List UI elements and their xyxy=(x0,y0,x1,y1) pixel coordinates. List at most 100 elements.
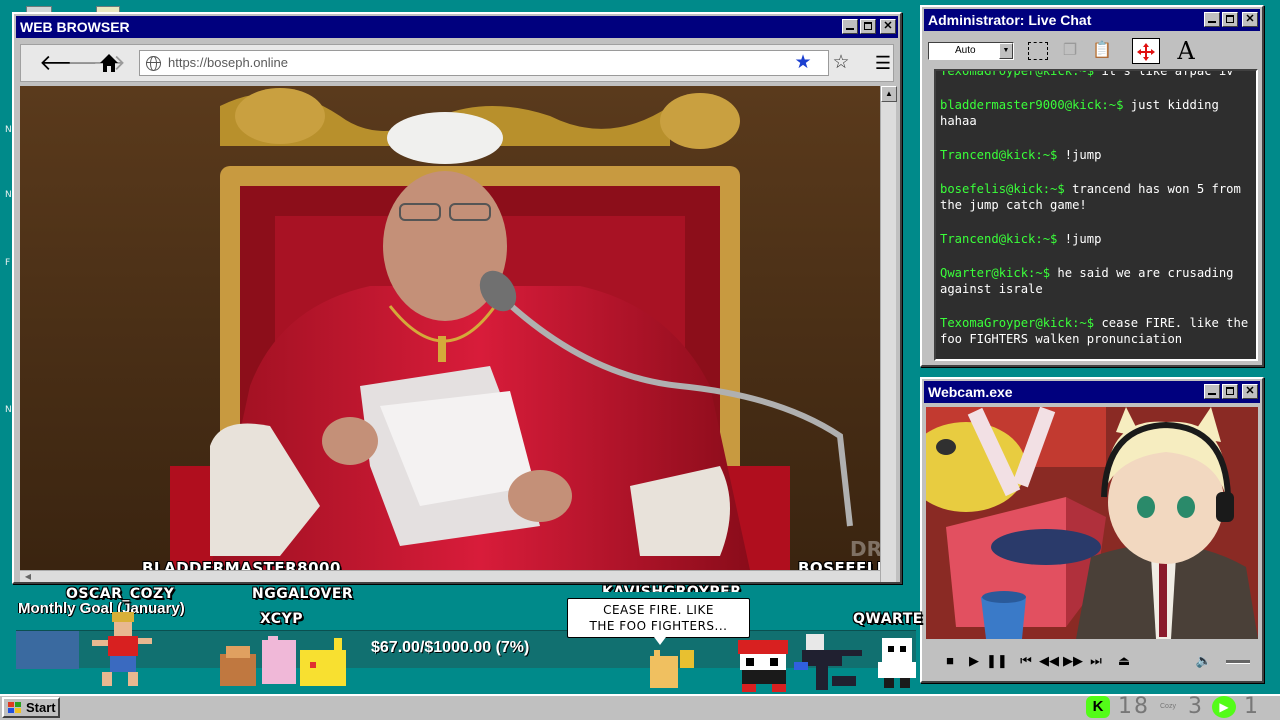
back-button[interactable]: 🡐 xyxy=(39,51,98,75)
start-button[interactable]: Start xyxy=(2,697,60,718)
sprite-name-nggalover: NGGALOVER xyxy=(252,586,354,602)
bookmark-button[interactable]: ★ xyxy=(791,51,815,75)
desktop-icon-label: F xyxy=(5,258,11,268)
close-button[interactable]: ✕ xyxy=(1242,384,1258,399)
close-button[interactable]: ✕ xyxy=(1242,12,1258,27)
minimize-button[interactable] xyxy=(1204,12,1220,27)
home-icon xyxy=(100,54,118,72)
goal-amount: $67.00/$1000.00 (7%) xyxy=(371,639,530,656)
star-filled-icon: ★ xyxy=(794,52,812,73)
chat-username: Trancend@kick:~$ xyxy=(940,148,1058,162)
chat-username: TexomaGroyper@kick:~$ xyxy=(940,69,1095,78)
address-bar[interactable]: https://boseph.online xyxy=(139,50,829,76)
chat-message: TexomaGroyper@kick:~$ it's like afpac iv xyxy=(940,69,1252,79)
close-button[interactable]: ✕ xyxy=(880,19,896,34)
browser-toolbar: 🡐 🡒 https://boseph.online ★ ☆ ☰ xyxy=(20,44,894,82)
minimize-button[interactable] xyxy=(842,19,858,34)
fast-forward-button[interactable]: ▶▶ xyxy=(1063,651,1083,671)
volume-slider[interactable] xyxy=(1226,660,1250,664)
tray-counter: 8 xyxy=(1134,694,1148,719)
move-arrows-icon xyxy=(1137,43,1155,61)
minimize-icon xyxy=(1208,21,1216,23)
chat-message: Trancend@kick:~$ !jump xyxy=(940,147,1252,163)
speaker-icon: 🔈 xyxy=(1195,653,1213,668)
stop-icon: ■ xyxy=(946,653,954,668)
minimize-icon xyxy=(1208,393,1216,395)
rewind-icon: ◀◀ xyxy=(1039,653,1059,668)
browser-title: WEB BROWSER xyxy=(20,19,130,35)
maximize-icon xyxy=(1226,15,1234,23)
svg-text:DR: DR xyxy=(850,537,880,561)
copy-button[interactable]: ❐ xyxy=(1056,38,1084,64)
url-text: https://boseph.online xyxy=(168,55,288,70)
sprite-luffy xyxy=(92,612,152,686)
chat-messages[interactable]: TexomaGroyper@kick:~$ it's like afpac iv… xyxy=(934,69,1258,361)
chat-message: TexomaGroyper@kick:~$ cease FIRE. like t… xyxy=(940,315,1252,347)
chat-username: bosefelis@kick:~$ xyxy=(940,182,1065,196)
font-size-select[interactable]: Auto ▼ xyxy=(928,42,1014,60)
volume-button[interactable]: 🔈 xyxy=(1194,651,1214,671)
play-circle-icon[interactable]: ▶ xyxy=(1212,696,1236,718)
font-button[interactable]: A xyxy=(1172,38,1200,64)
viewer-name-right: BOSEFELIS xyxy=(798,559,880,570)
maximize-button[interactable] xyxy=(1222,12,1238,27)
sprite-name-oscar: OSCAR_COZY xyxy=(66,586,175,602)
home-button[interactable] xyxy=(97,51,121,75)
vertical-scrollbar[interactable]: ▲ xyxy=(880,86,897,582)
chat-message: Trancend@kick:~$ !jump xyxy=(940,231,1252,247)
bubble-tail xyxy=(654,637,666,645)
maximize-icon xyxy=(1226,387,1234,395)
skip-back-button[interactable]: ⏮ xyxy=(1016,651,1036,671)
window-controls: ✕ xyxy=(1204,384,1258,399)
skip-forward-icon: ⏭ xyxy=(1090,653,1102,668)
minimize-button[interactable] xyxy=(1204,384,1220,399)
chat-speech-bubble: CEASE FIRE. LIKE THE FOO FIGHTERS... xyxy=(567,598,750,638)
triangle-left-icon: ◀ xyxy=(24,572,32,581)
eject-button[interactable]: ⏏ xyxy=(1114,651,1134,671)
webcam-titlebar[interactable]: Webcam.exe ✕ xyxy=(924,381,1260,403)
webcam-title: Webcam.exe xyxy=(928,384,1013,400)
paste-button[interactable]: 📋 xyxy=(1088,38,1116,64)
media-controls: ■ ▶ ❚❚ ⏮ ◀◀ ▶▶ ⏭ ⏏ 🔈 xyxy=(926,643,1258,679)
menu-button[interactable]: ☰ xyxy=(871,51,895,75)
chat-message: Qwarter@kick:~$ he said we are crusading… xyxy=(940,265,1252,297)
scroll-left-button[interactable]: ◀ xyxy=(22,571,34,583)
favorites-button[interactable]: ☆ xyxy=(829,51,853,75)
move-button[interactable] xyxy=(1132,38,1160,64)
video-player[interactable]: DR BLADDERMASTER8000 BOSEFELIS xyxy=(20,86,880,570)
sprite-pikachu-group xyxy=(650,650,694,688)
skip-forward-button[interactable]: ⏭ xyxy=(1086,651,1106,671)
copy-icon: ❐ xyxy=(1062,42,1078,59)
browser-titlebar[interactable]: WEB BROWSER ✕ xyxy=(16,16,898,38)
stop-button[interactable]: ■ xyxy=(940,651,960,671)
eject-icon: ⏏ xyxy=(1117,653,1131,668)
rewind-button[interactable]: ◀◀ xyxy=(1039,651,1059,671)
windows-logo-icon xyxy=(8,702,21,714)
chat-username: TexomaGroyper@kick:~$ xyxy=(940,316,1095,330)
chat-text: !jump xyxy=(1064,148,1102,162)
browser-window: WEB BROWSER ✕ 🡐 🡒 https://boseph.online … xyxy=(12,12,902,584)
viewer-name-left: BLADDERMASTER8000 xyxy=(142,559,341,570)
skip-back-icon: ⏮ xyxy=(1020,653,1032,668)
select-button[interactable] xyxy=(1024,38,1052,64)
font-size-value: Auto xyxy=(955,45,976,56)
sprite-mario xyxy=(738,640,788,692)
scroll-up-button[interactable]: ▲ xyxy=(881,86,897,102)
forward-button[interactable]: 🡒 xyxy=(67,51,126,75)
clipboard-icon: 📋 xyxy=(1092,42,1112,59)
bubble-line-1: CEASE FIRE. LIKE xyxy=(603,603,714,617)
close-icon: ✕ xyxy=(883,20,893,32)
kick-logo-icon[interactable]: K xyxy=(1086,696,1110,718)
maximize-button[interactable] xyxy=(1222,384,1238,399)
play-button[interactable]: ▶ xyxy=(964,651,984,671)
chat-title: Administrator: Live Chat xyxy=(928,12,1092,28)
font-a-icon: A xyxy=(1177,37,1195,65)
maximize-button[interactable] xyxy=(860,19,876,34)
chat-text: it's like afpac iv xyxy=(1101,69,1234,78)
pause-button[interactable]: ❚❚ xyxy=(986,651,1008,671)
video-frame: DR xyxy=(20,86,880,570)
close-icon: ✕ xyxy=(1245,13,1255,25)
tray-label: Cozy xyxy=(1160,703,1176,710)
horizontal-scrollbar[interactable]: ◀ xyxy=(20,570,880,582)
chat-titlebar[interactable]: Administrator: Live Chat ✕ xyxy=(924,9,1260,31)
